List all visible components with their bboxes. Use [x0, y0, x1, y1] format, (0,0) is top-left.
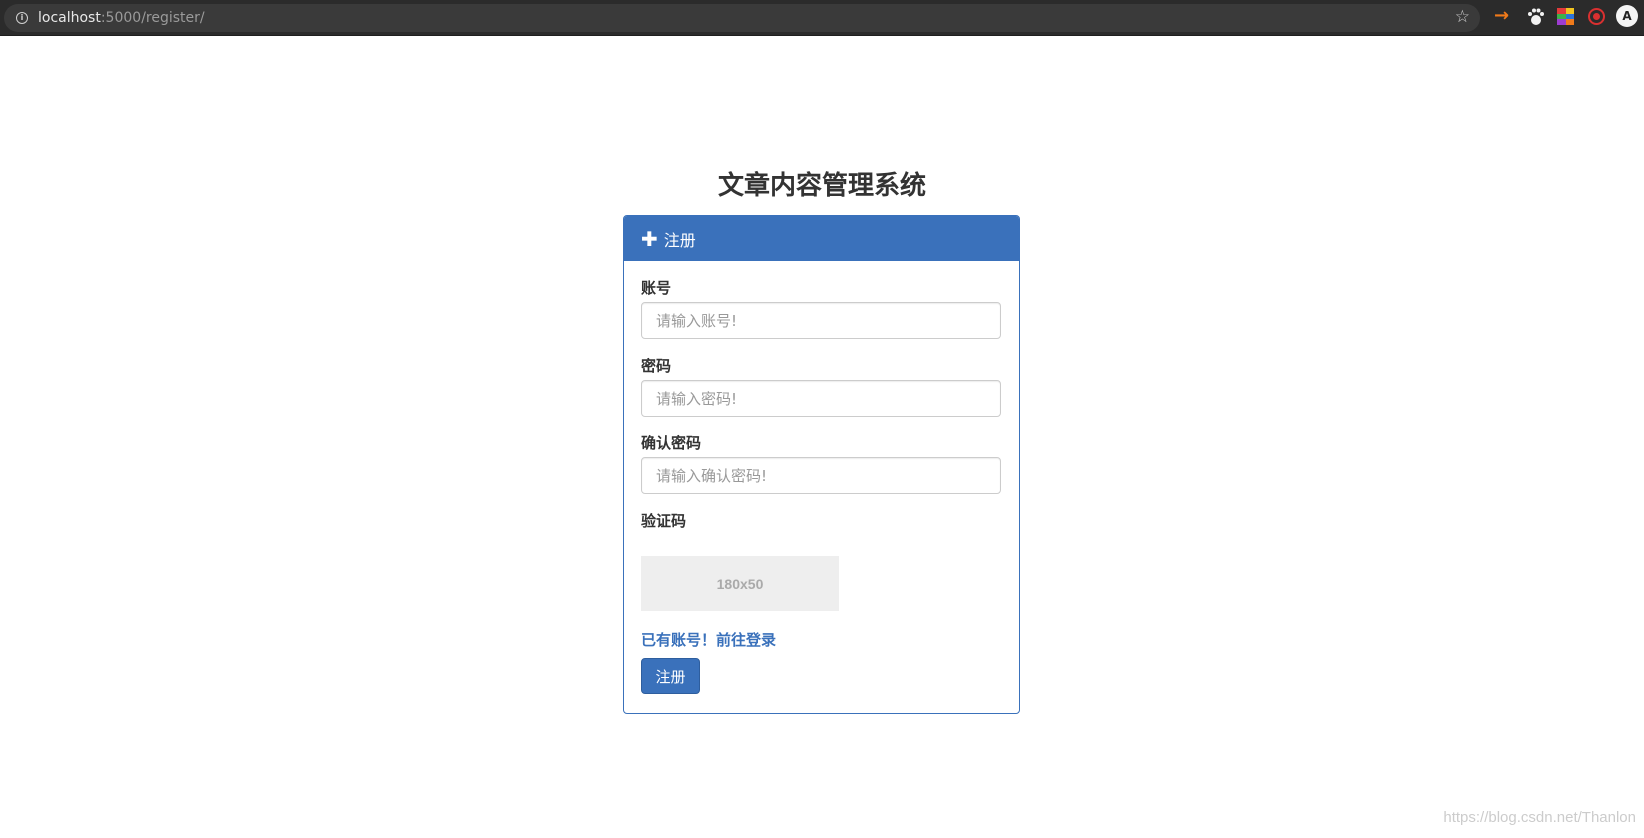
url-host: localhost [38, 10, 101, 26]
plus-icon: ✚ [641, 226, 658, 251]
account-label: 账号 [641, 279, 672, 297]
register-panel: ✚ 注册 账号 密码 确认密码 验证码 180x50 已有账号！前往登录 注册 [623, 215, 1020, 714]
extension-color-grid-icon[interactable] [1557, 8, 1574, 25]
password-label: 密码 [641, 357, 672, 375]
address-bar[interactable]: i localhost:5000/register/ ☆ [4, 4, 1480, 32]
panel-heading-title: 注册 [663, 230, 696, 250]
confirm-password-label: 确认密码 [641, 434, 702, 452]
captcha-image[interactable]: 180x50 [641, 556, 839, 611]
password-input[interactable] [641, 380, 1001, 417]
url-text[interactable]: localhost:5000/register/ [38, 10, 205, 26]
browser-toolbar: i localhost:5000/register/ ☆ → A [0, 0, 1644, 36]
login-link[interactable]: 已有账号！前往登录 [641, 629, 776, 650]
bookmark-star-icon[interactable]: ☆ [1455, 7, 1470, 27]
captcha-label: 验证码 [641, 512, 687, 530]
extension-arrow-icon[interactable]: → [1494, 5, 1514, 26]
panel-heading: ✚ 注册 [624, 216, 1019, 261]
page-title: 文章内容管理系统 [717, 171, 926, 201]
watermark: https://blog.csdn.net/Thanlon [1443, 809, 1636, 826]
extension-record-icon[interactable] [1588, 8, 1605, 25]
register-button[interactable]: 注册 [641, 658, 700, 694]
confirm-password-input[interactable] [641, 457, 1001, 494]
info-icon[interactable]: i [16, 12, 28, 24]
account-input[interactable] [641, 302, 1001, 339]
extension-paw-icon[interactable] [1527, 7, 1547, 27]
extension-a-icon[interactable]: A [1616, 5, 1638, 27]
url-path: :5000/register/ [100, 10, 205, 26]
